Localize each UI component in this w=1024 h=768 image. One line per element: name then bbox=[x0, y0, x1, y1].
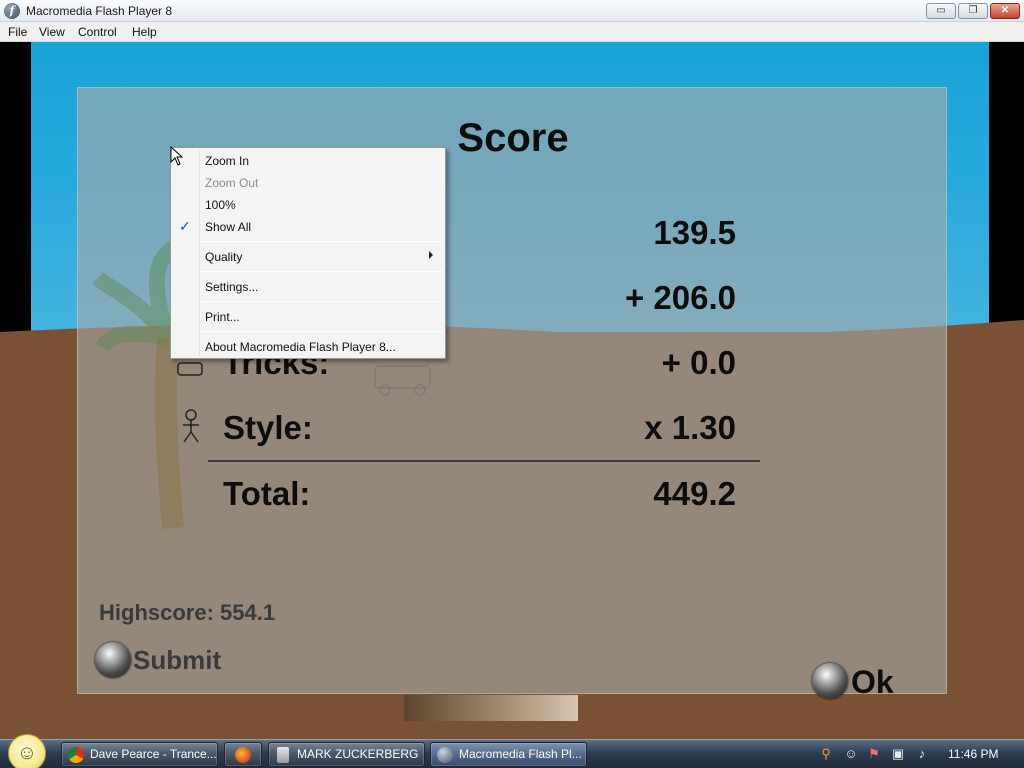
menu-control[interactable]: Control bbox=[78, 25, 117, 39]
menu-view[interactable]: View bbox=[39, 25, 65, 39]
taskbar-item-document[interactable]: MARK ZUCKERBERG bbox=[268, 742, 425, 767]
context-menu-gutter bbox=[199, 150, 200, 356]
close-button[interactable]: ✕ bbox=[990, 3, 1020, 19]
context-menu: Zoom In Zoom Out 100% ✓ Show All Quality… bbox=[170, 147, 446, 359]
context-menu-separator bbox=[201, 271, 443, 272]
taskbar-item-label: Macromedia Flash Pl... bbox=[459, 747, 582, 761]
total-label: Total: bbox=[223, 475, 311, 512]
context-menu-show-all[interactable]: Show All bbox=[205, 219, 251, 235]
submit-button[interactable]: Submit bbox=[133, 645, 221, 675]
window-title: Macromedia Flash Player 8 bbox=[26, 4, 173, 18]
bonus-row-value: + 206.0 bbox=[624, 279, 736, 316]
context-menu-separator bbox=[201, 331, 443, 332]
taskbar: ☺ Dave Pearce - Trance... MARK ZUCKERBER… bbox=[0, 734, 1024, 768]
start-button-icon[interactable]: ☺ bbox=[8, 734, 46, 768]
context-menu-zoom-in[interactable]: Zoom In bbox=[205, 153, 249, 169]
total-divider bbox=[208, 460, 760, 462]
flash-app-icon[interactable]: f bbox=[4, 3, 20, 19]
context-menu-separator bbox=[201, 301, 443, 302]
submenu-arrow-icon bbox=[429, 251, 433, 259]
ok-button[interactable]: Ok bbox=[851, 664, 894, 700]
chrome-icon bbox=[68, 747, 84, 763]
flash-stage[interactable]: Score 139.5 + 206.0 Tricks: + 0.0 Style:… bbox=[0, 42, 1024, 739]
checkmark-icon: ✓ bbox=[179, 218, 191, 234]
style-row-label: Style: bbox=[223, 409, 313, 446]
flash-icon bbox=[437, 747, 453, 763]
maximize-button[interactable]: ❐ bbox=[958, 3, 988, 19]
context-menu-settings[interactable]: Settings... bbox=[205, 279, 258, 295]
context-menu-separator bbox=[201, 241, 443, 242]
search-tray-icon[interactable]: ⚲ bbox=[818, 746, 834, 762]
score-row-value: 139.5 bbox=[653, 214, 736, 251]
minimize-button[interactable]: ▭ bbox=[926, 3, 956, 19]
taskbar-clock[interactable]: 11:46 PM bbox=[948, 747, 998, 761]
taskbar-item-firefox[interactable] bbox=[224, 742, 262, 767]
taskbar-item-flash[interactable]: Macromedia Flash Pl... bbox=[430, 742, 587, 767]
volume-tray-icon[interactable]: ♪ bbox=[914, 746, 930, 762]
menu-file[interactable]: File bbox=[8, 25, 27, 39]
context-menu-zoom-out: Zoom Out bbox=[205, 176, 259, 190]
document-icon bbox=[277, 747, 289, 763]
taskbar-item-label: Dave Pearce - Trance... bbox=[90, 747, 217, 761]
context-menu-100-percent[interactable]: 100% bbox=[205, 197, 236, 213]
menu-bar: File View Control Help bbox=[0, 22, 1024, 42]
context-menu-print[interactable]: Print... bbox=[205, 309, 240, 325]
style-row-value: x 1.30 bbox=[644, 409, 736, 446]
ok-orb-icon[interactable] bbox=[812, 663, 848, 699]
taskbar-item-chrome[interactable]: Dave Pearce - Trance... bbox=[61, 742, 218, 767]
title-bar[interactable]: f Macromedia Flash Player 8 ▭ ❐ ✕ bbox=[0, 0, 1024, 22]
highscore-text: Highscore: 554.1 bbox=[99, 600, 276, 625]
network-tray-icon[interactable]: ▣ bbox=[890, 746, 906, 762]
total-value: 449.2 bbox=[653, 475, 736, 512]
ramp-decor bbox=[404, 695, 578, 721]
context-menu-quality[interactable]: Quality bbox=[205, 249, 242, 265]
menu-help[interactable]: Help bbox=[132, 25, 157, 39]
firefox-icon bbox=[235, 747, 251, 763]
tricks-row-value: + 0.0 bbox=[661, 344, 736, 381]
smiley-tray-icon[interactable]: ☺ bbox=[843, 746, 859, 762]
context-menu-about[interactable]: About Macromedia Flash Player 8... bbox=[205, 339, 396, 355]
submit-orb-icon[interactable] bbox=[95, 642, 131, 678]
mouse-cursor-icon bbox=[170, 146, 184, 166]
taskbar-item-label: MARK ZUCKERBERG bbox=[297, 747, 419, 761]
flag-tray-icon[interactable]: ⚑ bbox=[866, 746, 882, 762]
